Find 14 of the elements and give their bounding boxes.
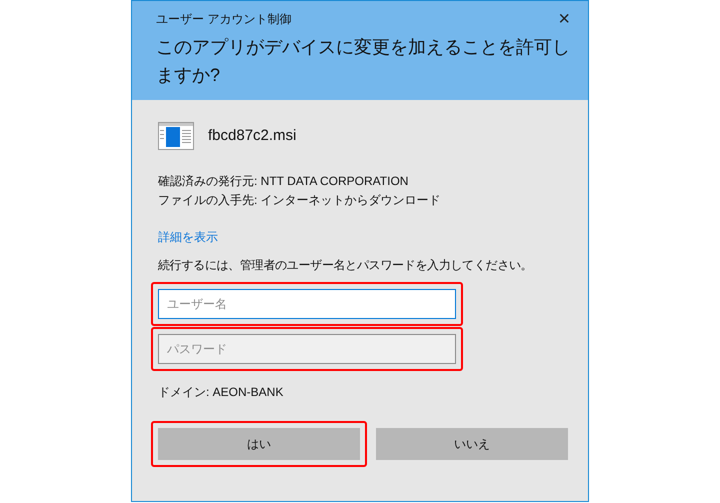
installer-window-icon bbox=[158, 122, 194, 150]
domain-label: ドメイン: AEON-BANK bbox=[158, 384, 284, 401]
detail-line: ファイルの入手先: インターネットからダウンロード bbox=[158, 192, 442, 209]
password-field[interactable]: パスワード bbox=[158, 334, 456, 364]
program-name: fbcd87c2.msi bbox=[208, 126, 296, 146]
detail-line: 確認済みの発行元: NTT DATA CORPORATION bbox=[158, 173, 410, 190]
question-heading: このアプリがデバイスに変更を加えることを許可しますか? bbox=[156, 36, 571, 87]
close-button[interactable]: × bbox=[554, 9, 574, 29]
yes-button[interactable]: はい bbox=[158, 428, 360, 460]
show-details-link[interactable]: 詳細を表示 bbox=[158, 228, 218, 246]
username-field[interactable]: ユーザー名 bbox=[158, 289, 456, 319]
window-title: ユーザー アカウント制御 bbox=[156, 11, 292, 28]
instruction-text: 続行するには、管理者のユーザー名とパスワードを入力してください。 bbox=[158, 257, 534, 274]
no-button[interactable]: いいえ bbox=[376, 428, 568, 460]
